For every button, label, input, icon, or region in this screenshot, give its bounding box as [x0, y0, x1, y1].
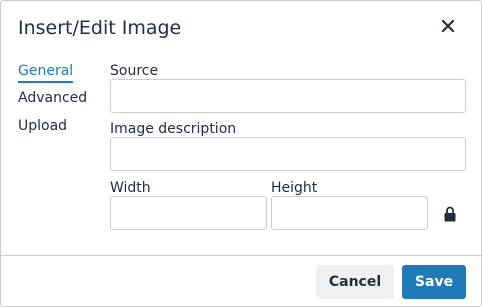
- active-tab-underline: [18, 81, 74, 83]
- width-input[interactable]: [110, 196, 267, 230]
- cancel-button[interactable]: Cancel: [316, 265, 394, 299]
- tab-upload-label: Upload: [18, 118, 68, 134]
- save-button[interactable]: Save: [402, 265, 466, 299]
- tab-upload[interactable]: Upload: [18, 117, 67, 135]
- tab-advanced-label: Advanced: [18, 90, 88, 106]
- image-description-label: Image description: [110, 121, 237, 137]
- source-input[interactable]: [110, 79, 466, 113]
- insert-edit-image-dialog: Insert/Edit Image General Advanced Uploa…: [0, 0, 482, 307]
- constrain-proportions-button[interactable]: [444, 206, 456, 222]
- height-label: Height: [271, 180, 318, 196]
- tab-general[interactable]: General: [18, 62, 74, 83]
- lock-icon: [444, 206, 456, 222]
- tab-general-label: General: [18, 63, 74, 79]
- image-description-input[interactable]: [110, 137, 466, 171]
- close-button[interactable]: [437, 15, 461, 39]
- close-icon: [441, 19, 455, 33]
- height-input[interactable]: [271, 196, 428, 230]
- footer-divider: [1, 255, 481, 256]
- tab-advanced[interactable]: Advanced: [18, 89, 87, 107]
- width-label: Width: [110, 180, 151, 196]
- source-label: Source: [110, 63, 159, 79]
- dialog-title: Insert/Edit Image: [18, 17, 182, 39]
